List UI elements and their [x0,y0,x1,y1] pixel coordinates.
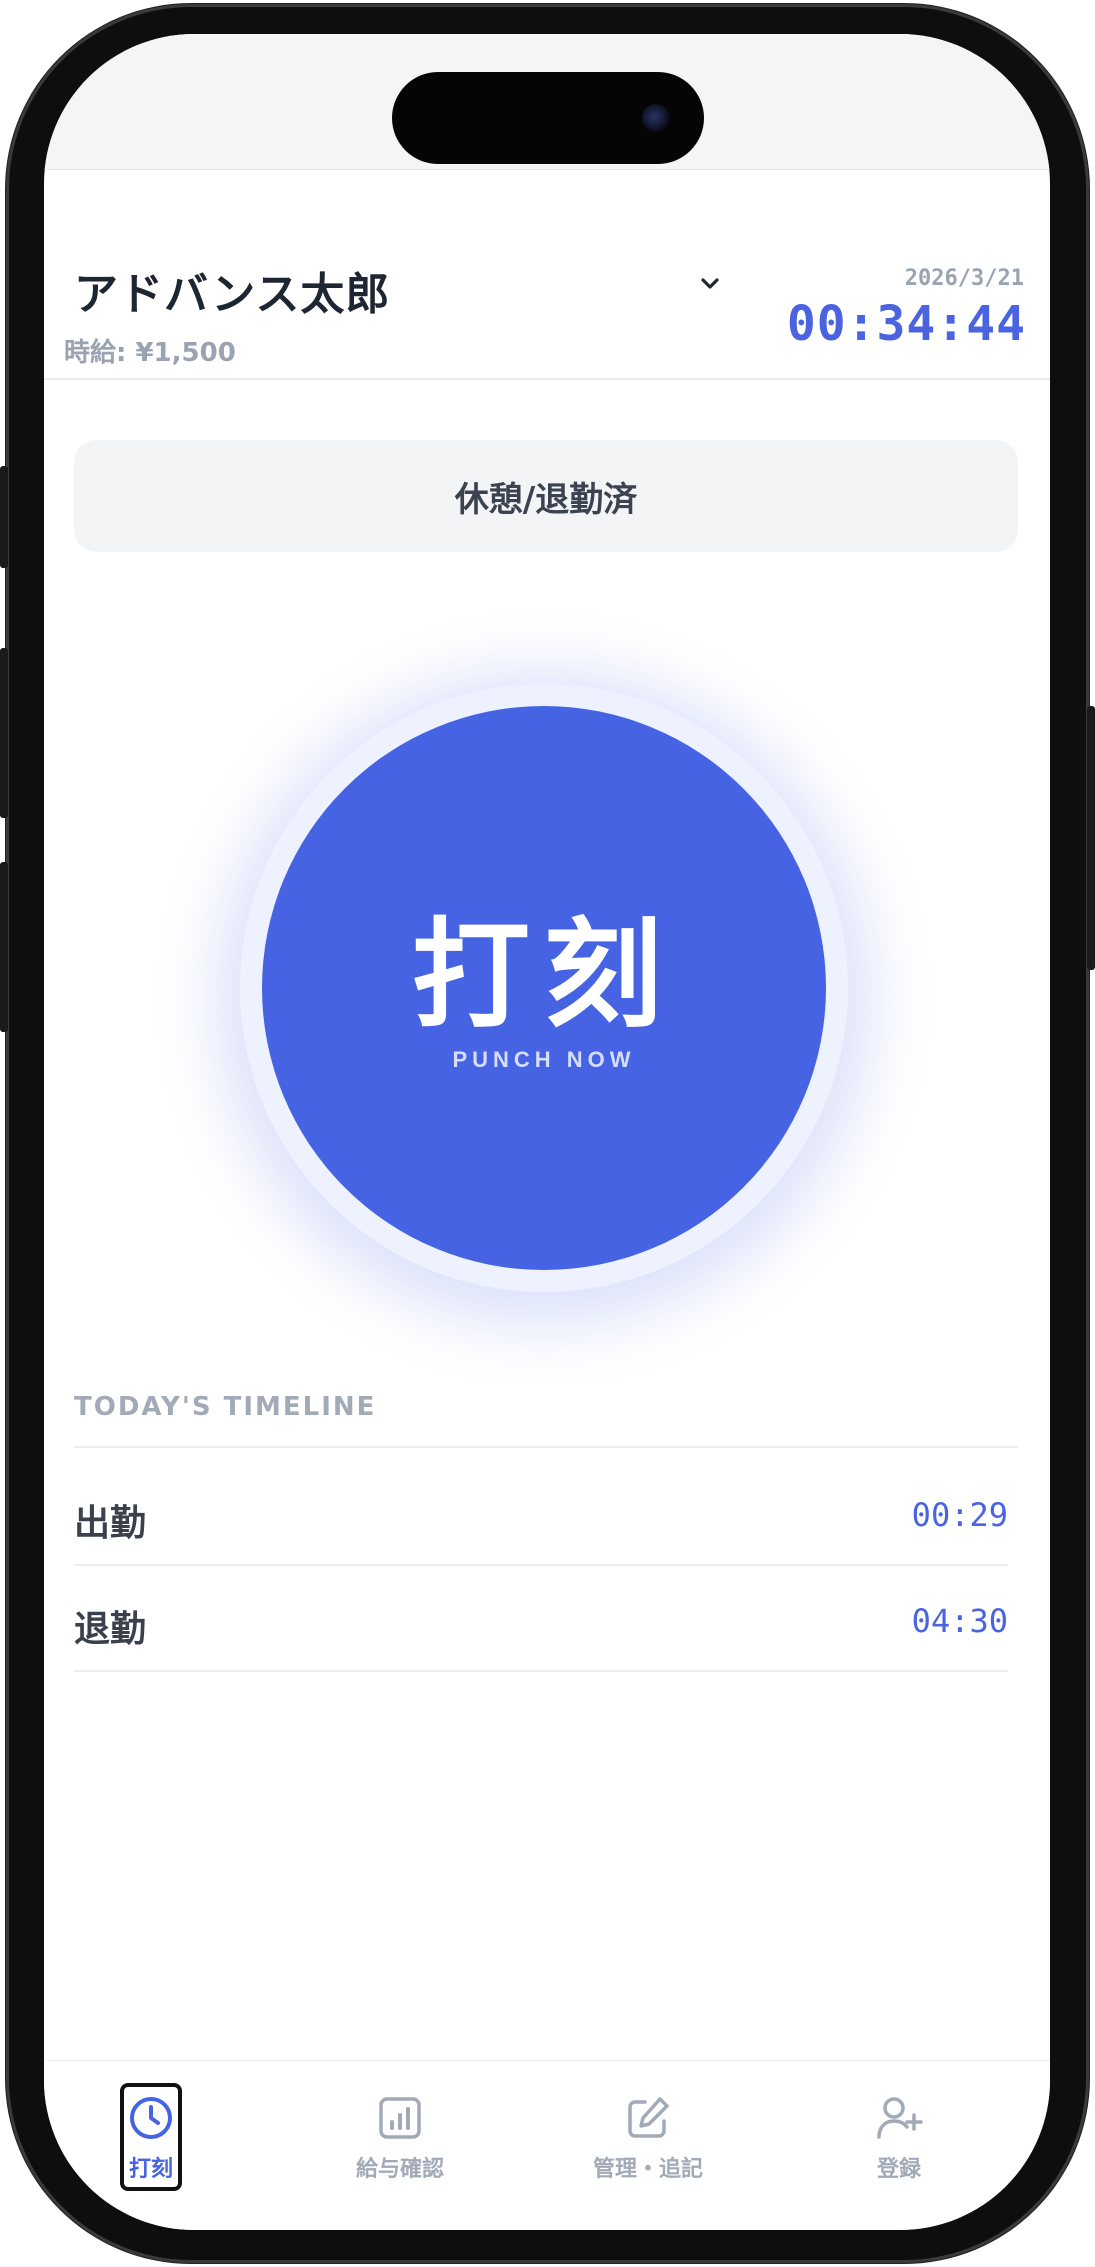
action-button [0,466,8,568]
app-header: アドバンス太郎 時給: ¥1,500 2026/3/21 00:34:44 [44,170,1050,380]
timeline-title: TODAY'S TIMELINE [74,1392,377,1422]
current-date: 2026/3/21 [904,266,1024,291]
edit-icon [628,2097,669,2138]
current-time: 00:34:44 [786,296,1026,352]
timeline-time: 00:29 [911,1496,1008,1534]
nav-label: 給与確認 [355,2157,444,2182]
timeline-label: 出勤 [74,1503,147,1544]
nav-item-register[interactable]: 登録 [819,2061,979,2191]
app-screen: アドバンス太郎 時給: ¥1,500 2026/3/21 00:34:44 休憩… [44,34,1050,2230]
punch-button[interactable]: 打刻 PUNCH NOW [262,706,826,1270]
status-bar [44,34,1050,170]
camera-icon [642,104,670,132]
timeline-time: 04:30 [911,1602,1008,1640]
chart-icon [379,2097,421,2139]
nav-label: 登録 [876,2157,921,2182]
nav-item-payroll[interactable]: 給与確認 [320,2061,480,2191]
timeline-row: 出勤 00:29 [74,1460,1008,1566]
timeline-row: 退勤 04:30 [74,1566,1008,1672]
timeline-label: 退勤 [74,1609,147,1650]
hourly-wage: 時給: ¥1,500 [64,338,236,368]
punch-button-sublabel: PUNCH NOW [452,1047,636,1072]
nav-item-manage[interactable]: 管理・追記 [568,2061,728,2191]
add-user-icon [877,2097,923,2139]
bottom-navigation: 打刻 給与確認 管理・追記 登録 [44,2060,1050,2230]
timeline-divider [74,1446,1018,1448]
clock-icon [130,2097,172,2139]
punch-button-label: 打刻 [411,910,676,1042]
nav-item-punch[interactable]: 打刻 [71,2061,231,2191]
power-button [1087,706,1095,970]
nav-label: 管理・追記 [592,2157,703,2182]
chevron-down-icon[interactable] [698,272,722,296]
dynamic-island [392,72,704,164]
attendance-status: 休憩/退勤済 [74,440,1018,552]
nav-label: 打刻 [128,2157,173,2182]
volume-up-button [0,648,8,818]
volume-down-button [0,862,8,1032]
user-name[interactable]: アドバンス太郎 [74,258,390,322]
